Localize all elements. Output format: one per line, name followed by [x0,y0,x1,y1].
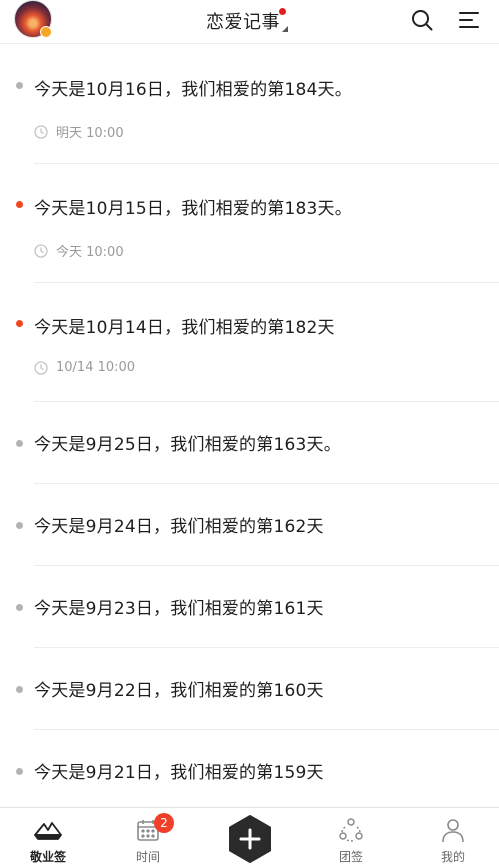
list-item[interactable]: 今天是9月22日，我们相爱的第160天 [16,648,499,730]
tab-time[interactable]: 时间 2 [108,808,188,867]
reminder-text: 今天是10月16日，我们相爱的第184天。 [34,80,352,100]
clock-icon [34,243,48,258]
reminder-text: 今天是9月24日，我们相爱的第162天 [34,517,324,537]
clock-icon [34,124,48,139]
unread-dot-icon [279,8,286,15]
list-item[interactable]: 今天是9月23日，我们相爱的第161天 [16,566,499,648]
list-item[interactable]: 今天是10月15日，我们相爱的第183天。 今天 10:00 [16,164,499,283]
reminder-text: 今天是9月22日，我们相爱的第160天 [34,681,324,701]
reminder-text: 今天是9月25日，我们相爱的第163天。 [34,435,341,455]
tab-profile[interactable]: 我的 [413,808,493,867]
title-group[interactable]: 恋爱记事 [206,8,288,33]
reminder-list[interactable]: 今天是10月16日，我们相爱的第184天。 明天 10:00 今天是10月15日… [0,45,499,807]
reminder-time: 明天 10:00 [56,126,124,141]
clock-icon [34,360,48,375]
reminder-text: 今天是10月15日，我们相爱的第183天。 [34,199,352,219]
notification-badge: 2 [154,813,174,833]
reminder-time: 今天 10:00 [56,245,124,260]
tab-label: 时间 [135,850,160,864]
search-icon [412,10,433,31]
reminder-text: 今天是9月21日，我们相爱的第159天 [34,763,324,783]
tab-jingyeqian[interactable]: 敬业签 [8,808,88,867]
add-button[interactable] [227,814,273,864]
status-dot [16,201,23,208]
menu-button[interactable] [455,6,483,34]
list-item[interactable]: 今天是9月24日，我们相爱的第162天 [16,484,499,566]
page-title: 恋爱记事 [206,12,280,33]
tab-label: 团签 [338,850,363,864]
status-dot [16,768,23,775]
reminder-text: 今天是10月14日，我们相爱的第182天 [34,318,335,338]
reminder-time: 10/14 10:00 [56,360,136,375]
list-item[interactable]: 今天是9月25日，我们相爱的第163天。 [16,402,499,484]
status-dot [16,82,23,89]
tab-label: 敬业签 [29,850,66,864]
team-icon [339,818,363,842]
tab-label: 我的 [440,850,465,864]
paper-boat-icon [34,822,62,840]
search-button[interactable] [408,6,436,34]
bottom-tab-bar: 敬业签 时间 2 团签 我的 [0,807,499,867]
list-item[interactable]: 今天是10月16日，我们相爱的第184天。 明天 10:00 [16,45,499,164]
status-dot [16,320,23,327]
tab-team[interactable]: 团签 [311,808,391,867]
status-dot [16,522,23,529]
add-icon [229,815,271,863]
status-dot [16,604,23,611]
profile-icon [442,819,464,843]
status-dot [16,440,23,447]
list-item[interactable]: 今天是10月14日，我们相爱的第182天 10/14 10:00 [16,283,499,402]
list-item[interactable]: 今天是9月21日，我们相爱的第159天 [16,730,499,807]
reminder-text: 今天是9月23日，我们相爱的第161天 [34,599,324,619]
top-bar: 恋爱记事 [0,0,499,44]
status-dot [16,686,23,693]
dropdown-corner-icon [282,26,288,32]
vip-badge-icon [40,26,52,38]
menu-icon [459,12,479,28]
